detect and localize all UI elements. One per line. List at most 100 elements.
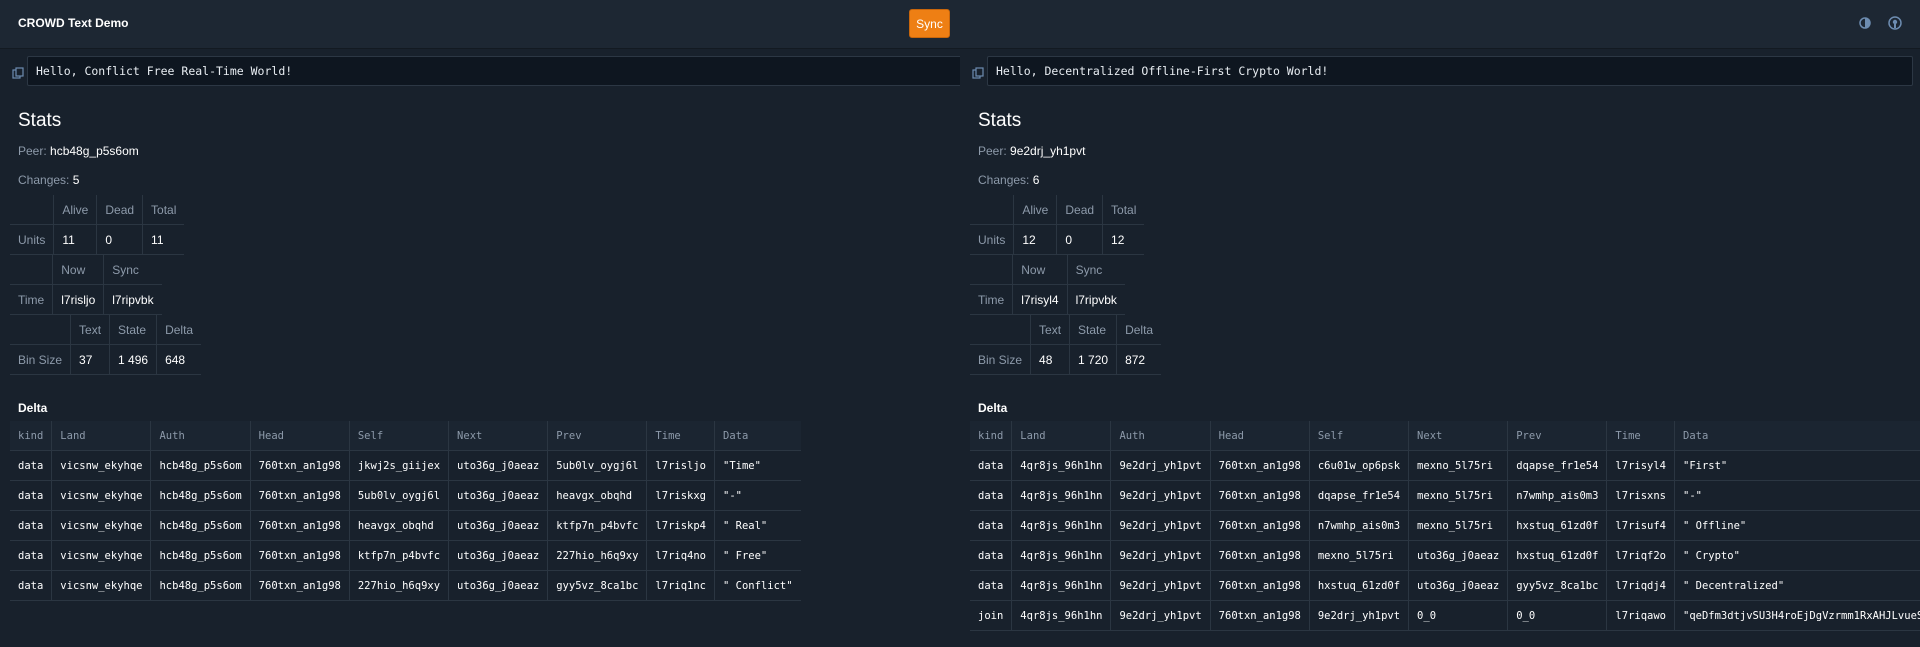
sync-header: Sync (1066, 255, 1125, 285)
delta-cell-self: 227hio_h6q9xy (348, 570, 449, 601)
col-kind: kind (10, 421, 52, 451)
delta-row: data vicsnw_ekyhqe hcb48g_p5s6om 760txn_an1… (10, 510, 801, 541)
delta-header: Delta (1116, 315, 1162, 345)
delta-cell-kind: data (10, 540, 52, 571)
delta-row: join 4qr8js_96h1hn 9e2drj_yh1pvt 760txn_an1… (970, 600, 1920, 631)
delta-cell-prev: 5ub0lv_oygj6l (547, 450, 647, 481)
delta-cell-land: vicsnw_ekyhqe (51, 510, 151, 541)
units-alive: 11 (53, 224, 97, 255)
delta-cell-time: l7risyl4 (1606, 450, 1675, 481)
col-data: Data (1674, 421, 1920, 451)
delta-cell-self: heavgx_obqhd (348, 510, 449, 541)
delta-cell-head: 760txn_an1g98 (1209, 480, 1310, 511)
delta-cell-land: 4qr8js_96h1hn (1011, 480, 1111, 511)
delta-cell-data: " Free" (713, 540, 801, 571)
delta-cell-kind: data (10, 450, 52, 481)
delta-cell-kind: data (10, 570, 52, 601)
delta-cell-head: 760txn_an1g98 (249, 510, 350, 541)
total-header: Total (1102, 195, 1145, 225)
delta-cell-time: l7risljo (646, 450, 715, 481)
delta-cell-head: 760txn_an1g98 (1209, 570, 1310, 601)
stats-heading: Stats (978, 110, 1022, 131)
delta-cell-self: dqapse_fr1e54 (1308, 480, 1409, 511)
delta-row: data 4qr8js_96h1hn 9e2drj_yh1pvt 760txn_an1… (970, 480, 1920, 511)
copy-icon[interactable] (12, 66, 24, 79)
changes-info: Changes: 6 (978, 173, 1039, 187)
col-data: Data (713, 421, 801, 451)
bin-text: 37 (70, 344, 110, 375)
header-bar: CROWD Text Demo Sync (0, 0, 1920, 49)
delta-cell-land: 4qr8js_96h1hn (1011, 450, 1111, 481)
delta-cell-self: c6u01w_op6psk (1308, 450, 1409, 481)
delta-cell-land: 4qr8js_96h1hn (1011, 600, 1111, 631)
delta-cell-prev: ktfp7n_p4bvfc (547, 510, 647, 541)
delta-cell-auth: hcb48g_p5s6om (150, 570, 251, 601)
delta-cell-self: hxstuq_61zd0f (1308, 570, 1409, 601)
now-header: Now (52, 255, 104, 285)
changes-label: Changes: (978, 173, 1030, 187)
col-land: Land (1011, 421, 1111, 451)
total-header: Total (142, 195, 185, 225)
delta-cell-time: l7riqf2o (1606, 540, 1675, 571)
delta-cell-head: 760txn_an1g98 (249, 450, 350, 481)
delta-cell-time: l7riskp4 (646, 510, 715, 541)
col-self: Self (1308, 421, 1409, 451)
delta-cell-time: l7risuf4 (1606, 510, 1675, 541)
delta-cell-land: vicsnw_ekyhqe (51, 480, 151, 511)
peer-info: Peer: 9e2drj_yh1pvt (978, 144, 1085, 158)
delta-cell-time: l7riqdj4 (1606, 570, 1675, 601)
delta-row: data 4qr8js_96h1hn 9e2drj_yh1pvt 760txn_an1… (970, 540, 1920, 571)
sync-button[interactable]: Sync (909, 9, 950, 38)
delta-cell-next: mexno_5l75ri (1408, 510, 1508, 541)
delta-cell-kind: data (970, 450, 1012, 481)
delta-cell-kind: data (10, 510, 52, 541)
bin-size-table: Text State Delta Bin Size 48 1 720 872 (970, 315, 1162, 375)
text-editor[interactable]: Hello, Decentralized Offline-First Crypt… (987, 56, 1913, 86)
text-header: Text (70, 315, 110, 345)
col-head: Head (249, 421, 350, 451)
delta-row: data vicsnw_ekyhqe hcb48g_p5s6om 760txn_an1… (10, 450, 801, 481)
bin-size-table: Text State Delta Bin Size 37 1 496 648 (10, 315, 202, 375)
theme-toggle-icon[interactable] (1858, 16, 1872, 30)
app-title: CROWD Text Demo (18, 16, 129, 30)
delta-cell-head: 760txn_an1g98 (1209, 450, 1310, 481)
peer-label: Peer: (18, 144, 47, 158)
text-editor[interactable]: Hello, Conflict Free Real-Time World! (27, 56, 960, 86)
units-label: Units (10, 224, 54, 255)
delta-cell-auth: hcb48g_p5s6om (150, 510, 251, 541)
delta-cell-auth: 9e2drj_yh1pvt (1110, 570, 1211, 601)
bin-text: 48 (1030, 344, 1070, 375)
col-time: Time (1606, 421, 1675, 451)
time-label: Time (970, 284, 1013, 315)
delta-cell-head: 760txn_an1g98 (249, 480, 350, 511)
delta-cell-prev: n7wmhp_ais0m3 (1507, 480, 1607, 511)
col-auth: Auth (1110, 421, 1211, 451)
delta-cell-next: 0_0 (1408, 600, 1508, 631)
delta-cell-next: uto36g_j0aeaz (1408, 540, 1508, 571)
delta-cell-kind: join (970, 600, 1012, 631)
delta-cell-head: 760txn_an1g98 (1209, 600, 1310, 631)
delta-cell-next: uto36g_j0aeaz (448, 540, 548, 571)
delta-cell-time: l7riskxg (646, 480, 715, 511)
delta-cell-self: 5ub0lv_oygj6l (348, 480, 449, 511)
delta-row: data 4qr8js_96h1hn 9e2drj_yh1pvt 760txn_an1… (970, 510, 1920, 541)
delta-cell-head: 760txn_an1g98 (1209, 510, 1310, 541)
delta-cell-data: "qeDfm3dtjvSU3H4roEjDgVzrmm1RxAHJLvueSwF… (1674, 600, 1920, 631)
delta-cell-prev: heavgx_obqhd (547, 480, 647, 511)
github-icon[interactable] (1888, 16, 1902, 30)
col-time: Time (646, 421, 715, 451)
delta-cell-prev: gyy5vz_8ca1bc (547, 570, 647, 601)
left-peer-panel: Hello, Conflict Free Real-Time World! St… (0, 49, 960, 647)
copy-icon[interactable] (972, 66, 984, 79)
col-self: Self (348, 421, 449, 451)
delta-row: data 4qr8js_96h1hn 9e2drj_yh1pvt 760txn_an1… (970, 450, 1920, 481)
time-now: l7risyl4 (1012, 284, 1068, 315)
delta-cell-time: l7riq4no (646, 540, 715, 571)
alive-header: Alive (53, 195, 97, 225)
time-now: l7risljo (52, 284, 104, 315)
units-total: 11 (142, 224, 185, 255)
delta-table: kind Land Auth Head Self Next Prev Time … (970, 421, 1920, 631)
delta-cell-auth: hcb48g_p5s6om (150, 450, 251, 481)
delta-cell-kind: data (970, 510, 1012, 541)
delta-cell-kind: data (970, 570, 1012, 601)
